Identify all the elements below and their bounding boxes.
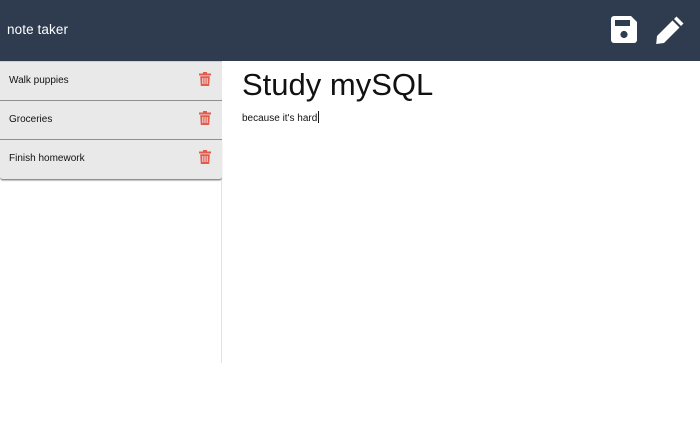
text-cursor xyxy=(318,111,320,123)
trash-icon xyxy=(199,110,211,125)
pencil-icon xyxy=(656,16,684,44)
save-icon xyxy=(611,16,637,43)
note-list-item[interactable]: Finish homework xyxy=(0,140,222,180)
delete-note-button[interactable] xyxy=(199,150,211,164)
note-editor: Study mySQL because it's hard xyxy=(223,61,700,425)
delete-note-button[interactable] xyxy=(199,72,211,86)
app-title: note taker xyxy=(7,22,69,37)
note-list-item-title: Walk puppies xyxy=(9,75,69,86)
note-list-item-title: Finish homework xyxy=(9,153,85,164)
trash-icon xyxy=(199,72,211,86)
note-text-area[interactable]: because it's hard xyxy=(242,111,320,126)
note-title-input[interactable]: Study mySQL xyxy=(242,67,433,103)
note-sidebar: Walk puppies Groceries Finish homework xyxy=(0,61,222,363)
trash-icon xyxy=(199,150,211,164)
save-note-button[interactable] xyxy=(611,16,637,43)
new-note-button[interactable] xyxy=(655,14,686,45)
navbar: note taker xyxy=(0,0,700,61)
note-list-item-title: Groceries xyxy=(9,113,53,125)
note-text: because it's hard xyxy=(242,113,318,124)
delete-note-button[interactable] xyxy=(199,110,211,125)
note-list-item[interactable]: Groceries xyxy=(0,100,222,140)
note-list: Walk puppies Groceries Finish homework xyxy=(0,61,222,180)
note-list-item[interactable]: Walk puppies xyxy=(0,61,222,101)
